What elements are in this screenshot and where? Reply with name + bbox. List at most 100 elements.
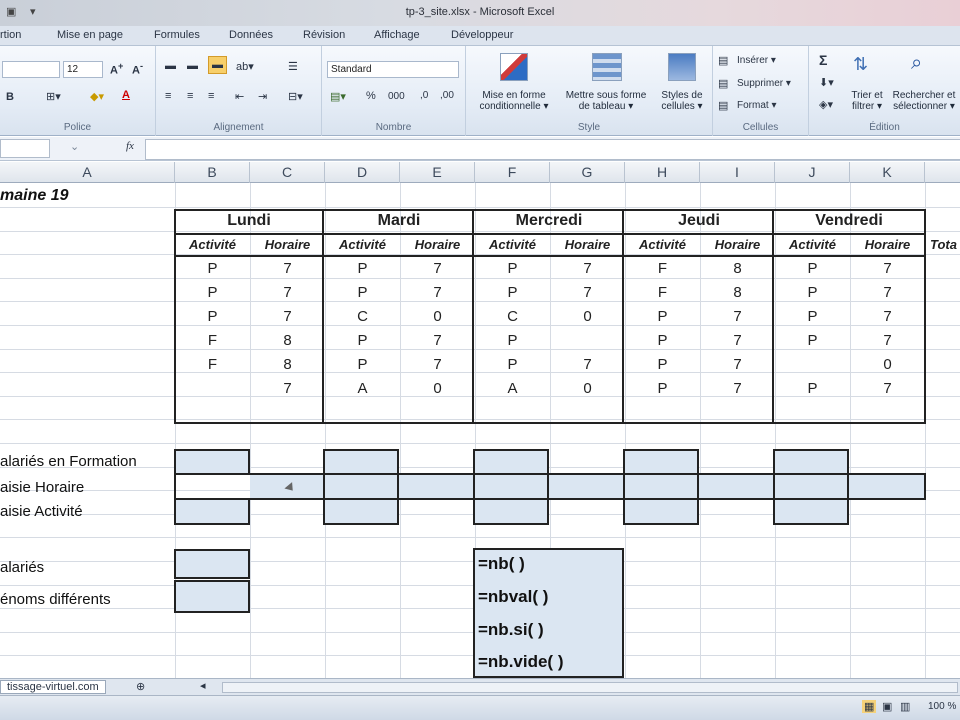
shrink-font-icon[interactable]: A-: [132, 61, 143, 77]
table-cell[interactable]: F: [625, 260, 700, 277]
col-header-a[interactable]: A: [0, 162, 175, 183]
table-cell[interactable]: 8: [250, 332, 325, 349]
sheet-tab-site[interactable]: tissage-virtuel.com: [0, 680, 106, 694]
increase-decimal-icon[interactable]: ,0: [420, 90, 428, 101]
font-name-select[interactable]: [2, 61, 60, 78]
tab-mise-en-page[interactable]: Mise en page: [57, 29, 123, 41]
merge-center-icon[interactable]: ⊟▾: [288, 90, 303, 103]
table-cell[interactable]: 0: [400, 308, 475, 325]
page-break-icon[interactable]: ▥: [900, 700, 910, 713]
col-header-g[interactable]: G: [550, 162, 625, 183]
table-cell[interactable]: P: [475, 356, 550, 373]
table-cell[interactable]: 7: [850, 308, 925, 325]
align-bottom-icon[interactable]: ▬: [208, 56, 227, 74]
table-cell[interactable]: 8: [250, 356, 325, 373]
table-cell[interactable]: A: [475, 380, 550, 397]
align-right-icon[interactable]: ≡: [208, 90, 214, 102]
table-cell[interactable]: P: [325, 356, 400, 373]
conditional-format-icon[interactable]: [500, 53, 528, 81]
name-box-dropdown-icon[interactable]: ⌄: [70, 140, 79, 153]
col-header-h[interactable]: H: [625, 162, 700, 183]
input-saisie-activite-mercredi[interactable]: [473, 498, 549, 525]
table-cell[interactable]: 8: [700, 284, 775, 301]
input-saisie-horaire-jeudi[interactable]: [623, 473, 699, 500]
fill-icon[interactable]: ⬇▾: [819, 76, 834, 89]
formula-input[interactable]: [145, 139, 960, 160]
table-cell[interactable]: P: [325, 332, 400, 349]
table-cell[interactable]: 7: [400, 332, 475, 349]
col-header-e[interactable]: E: [400, 162, 475, 183]
table-cell[interactable]: 7: [700, 332, 775, 349]
table-cell[interactable]: 0: [850, 356, 925, 373]
delete-cells-icon[interactable]: ▤: [718, 77, 728, 90]
align-left-icon[interactable]: ≡: [165, 90, 171, 102]
col-header-d[interactable]: D: [325, 162, 400, 183]
col-header-k[interactable]: K: [850, 162, 925, 183]
worksheet[interactable]: maine 19 Lundi Mardi Mercredi Jeudi Vend…: [0, 183, 960, 678]
align-middle-icon[interactable]: ▬: [187, 60, 198, 72]
format-as-table-icon[interactable]: [592, 53, 622, 81]
font-color-icon[interactable]: A: [122, 89, 130, 101]
sort-filter-icon[interactable]: ⇅: [853, 54, 868, 75]
format-cells-icon[interactable]: ▤: [718, 99, 728, 112]
grow-font-icon[interactable]: A+: [110, 61, 123, 77]
table-cell[interactable]: 0: [550, 308, 625, 325]
tab-formules[interactable]: Formules: [154, 29, 200, 41]
table-cell[interactable]: 7: [400, 356, 475, 373]
table-cell[interactable]: 7: [700, 380, 775, 397]
tab-revision[interactable]: Révision: [303, 29, 345, 41]
col-header-i[interactable]: I: [700, 162, 775, 183]
table-cell[interactable]: P: [475, 332, 550, 349]
input-saisie-horaire-mardi[interactable]: [323, 473, 399, 500]
border-icon[interactable]: ⊞▾: [46, 90, 61, 103]
format-as-table-button[interactable]: Mettre sous forme de tableau ▾: [558, 90, 654, 112]
table-cell[interactable]: 7: [850, 332, 925, 349]
insert-cells-icon[interactable]: ▤: [718, 54, 728, 67]
input-formation-mercredi[interactable]: [473, 449, 549, 475]
fill-color-icon[interactable]: ◆▾: [90, 90, 104, 103]
table-cell[interactable]: P: [625, 380, 700, 397]
table-cell[interactable]: 7: [250, 284, 325, 301]
find-select-button[interactable]: Rechercher et sélectionner ▾: [889, 90, 959, 112]
percent-icon[interactable]: %: [366, 90, 376, 102]
clear-icon[interactable]: ◈▾: [819, 98, 833, 111]
decrease-indent-icon[interactable]: ⇤: [235, 90, 244, 103]
wrap-text-icon[interactable]: ☰: [288, 60, 298, 73]
table-cell[interactable]: P: [775, 260, 850, 277]
table-cell[interactable]: P: [175, 260, 250, 277]
normal-view-icon[interactable]: ▦: [862, 700, 877, 713]
page-layout-icon[interactable]: ▣: [882, 700, 892, 713]
binoculars-icon[interactable]: ⌕: [911, 52, 922, 75]
table-cell[interactable]: P: [775, 308, 850, 325]
table-cell[interactable]: F: [175, 356, 250, 373]
col-header-c[interactable]: C: [250, 162, 325, 183]
table-cell[interactable]: P: [775, 380, 850, 397]
table-cell[interactable]: 8: [700, 260, 775, 277]
table-cell[interactable]: 7: [850, 380, 925, 397]
input-formation-mardi[interactable]: [323, 449, 399, 475]
autosum-icon[interactable]: Σ: [819, 52, 827, 68]
input-saisie-activite-jeudi[interactable]: [623, 498, 699, 525]
input-saisie-horaire-vendredi[interactable]: [773, 473, 849, 500]
number-format-select[interactable]: Standard: [327, 61, 459, 78]
table-cell[interactable]: 7: [400, 260, 475, 277]
bold-icon[interactable]: B: [6, 91, 14, 103]
input-formation-lundi[interactable]: [174, 449, 250, 475]
currency-icon[interactable]: ▤▾: [330, 90, 346, 103]
table-cell[interactable]: 7: [250, 260, 325, 277]
table-cell[interactable]: P: [475, 260, 550, 277]
table-cell[interactable]: F: [625, 284, 700, 301]
table-cell[interactable]: 7: [550, 356, 625, 373]
table-cell[interactable]: P: [325, 284, 400, 301]
decrease-decimal-icon[interactable]: ,00: [440, 90, 454, 101]
tab-insertion[interactable]: rtion: [0, 29, 21, 41]
table-cell[interactable]: P: [625, 308, 700, 325]
name-box[interactable]: [0, 139, 50, 158]
sort-filter-button[interactable]: Trier et filtrer ▾: [843, 90, 891, 112]
table-cell[interactable]: 7: [400, 284, 475, 301]
input-formation-jeudi[interactable]: [623, 449, 699, 475]
tab-affichage[interactable]: Affichage: [374, 29, 420, 41]
input-prenoms[interactable]: [174, 580, 250, 613]
zoom-level[interactable]: 100 %: [928, 701, 956, 712]
delete-cells-button[interactable]: Supprimer ▾: [737, 78, 791, 89]
